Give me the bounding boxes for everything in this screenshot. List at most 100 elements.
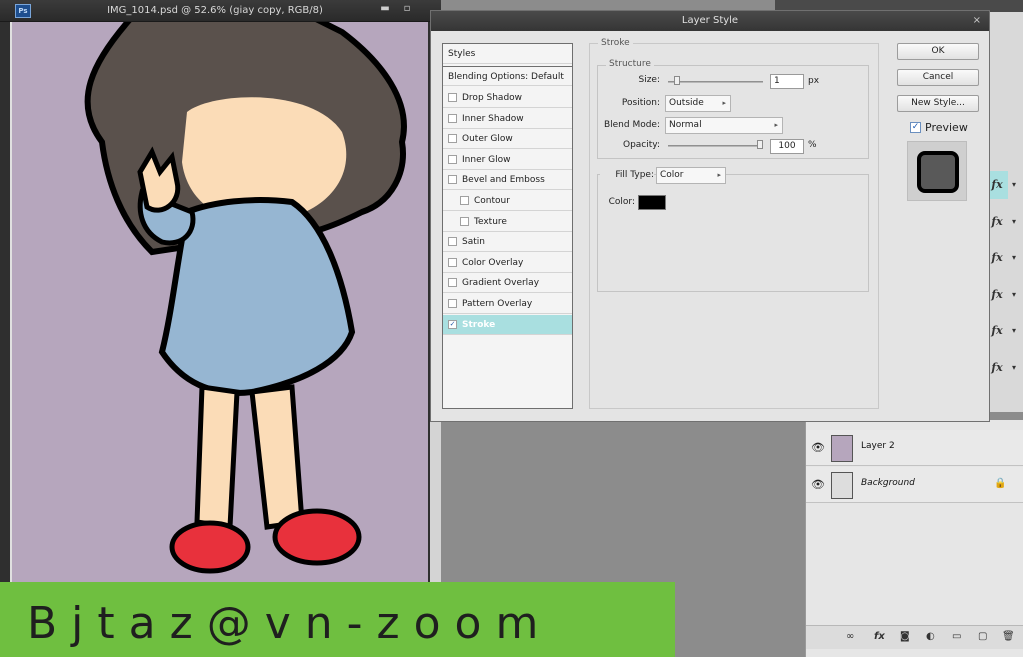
delete-layer-icon[interactable]: 🗑	[1002, 631, 1015, 642]
style-item-inner-shadow[interactable]: Inner Shadow	[443, 109, 572, 129]
document-title: IMG_1014.psd @ 52.6% (giay copy, RGB/8)	[107, 5, 323, 16]
fx-expand-icon[interactable]: ▾	[1009, 317, 1019, 345]
style-item-stroke[interactable]: ✓ Stroke	[443, 314, 572, 335]
opacity-slider[interactable]	[668, 145, 763, 147]
chevron-down-icon: ▸	[722, 99, 726, 107]
stroke-settings: Stroke Structure Size: 1 px Position: Ou…	[589, 38, 879, 409]
stroke-color-swatch[interactable]	[638, 195, 666, 210]
style-item-satin[interactable]: Satin	[443, 232, 572, 253]
effect-checkbox[interactable]	[448, 278, 457, 288]
effect-checkbox[interactable]	[460, 196, 469, 205]
style-item-texture[interactable]: Texture	[443, 212, 572, 232]
fx-expand-icon[interactable]: ▾	[1009, 244, 1019, 272]
style-item-bevel-and-emboss[interactable]: Bevel and Emboss	[443, 170, 572, 191]
cancel-button[interactable]: Cancel	[897, 69, 979, 86]
effect-label: Inner Shadow	[462, 113, 524, 124]
effect-label: Drop Shadow	[462, 93, 523, 103]
effect-label: Satin	[462, 237, 485, 248]
new-group-icon[interactable]: ▭	[952, 631, 961, 642]
document-canvas[interactable]	[10, 22, 428, 657]
new-style-button[interactable]: New Style...	[897, 95, 979, 112]
effect-label: Pattern Overlay	[462, 299, 533, 309]
effect-label: Stroke	[462, 319, 496, 330]
effect-label: Contour	[474, 196, 510, 206]
add-mask-icon[interactable]: ◙	[900, 631, 910, 642]
style-item-pattern-overlay[interactable]: Pattern Overlay	[443, 294, 572, 314]
fx-expand-icon[interactable]: ▾	[1009, 171, 1019, 199]
size-slider-knob[interactable]	[674, 76, 680, 85]
effect-label: Bevel and Emboss	[462, 175, 545, 186]
document-window: Ps IMG_1014.psd @ 52.6% (giay copy, RGB/…	[0, 0, 441, 657]
fx-expand-icon[interactable]: ▾	[1009, 208, 1019, 236]
document-titlebar[interactable]: Ps IMG_1014.psd @ 52.6% (giay copy, RGB/…	[0, 0, 441, 22]
fx-expand-icon[interactable]: ▾	[1009, 354, 1019, 382]
layer-row-layer-2[interactable]: 👁 Layer 2	[806, 430, 1023, 466]
maximize-icon[interactable]: ▫	[400, 3, 414, 14]
style-item-inner-glow[interactable]: Inner Glow	[443, 150, 572, 170]
position-select[interactable]: Outside ▸	[665, 95, 731, 112]
effect-checkbox[interactable]	[448, 257, 457, 267]
blending-options-item[interactable]: Blending Options: Default	[443, 66, 572, 86]
effect-checkbox[interactable]	[448, 93, 457, 102]
eye-icon[interactable]: 👁	[811, 441, 825, 455]
effect-checkbox[interactable]	[448, 237, 457, 247]
blend-mode-select[interactable]: Normal ▸	[665, 117, 783, 134]
structure-title: Structure	[606, 59, 654, 69]
adjustment-layer-icon[interactable]: ◐	[926, 631, 935, 642]
watermark-banner: Bjtaz@vn-zoom	[0, 582, 675, 657]
eye-icon[interactable]: 👁	[811, 478, 825, 492]
size-unit: px	[808, 76, 820, 86]
fill-group	[597, 174, 869, 292]
effect-checkbox[interactable]: ✓	[448, 319, 457, 329]
effect-label: Outer Glow	[462, 134, 513, 145]
link-layers-icon[interactable]: ∞	[846, 631, 854, 642]
dialog-titlebar[interactable]: Layer Style ×	[431, 11, 989, 31]
effect-checkbox[interactable]	[448, 134, 457, 144]
styles-list: Styles Blending Options: Default Drop Sh…	[442, 43, 573, 409]
add-style-icon[interactable]: fx	[874, 631, 885, 642]
effect-label: Gradient Overlay	[462, 278, 540, 289]
effect-checkbox[interactable]	[460, 216, 469, 226]
opacity-label: Opacity:	[623, 140, 660, 150]
lock-icon: 🔒	[994, 478, 1007, 489]
opacity-input[interactable]: 100	[770, 139, 804, 154]
layer-thumbnail	[831, 435, 853, 462]
fill-type-label: Fill Type:	[600, 170, 654, 180]
effect-checkbox[interactable]	[448, 299, 457, 308]
close-icon[interactable]: ×	[973, 11, 981, 31]
layers-panel: 👁 Layer 2 👁 Background 🔒 ∞ fx ◙ ◐ ▭ ▢ 🗑	[805, 420, 1023, 657]
effect-checkbox[interactable]	[448, 175, 457, 185]
effect-checkbox[interactable]	[448, 113, 457, 123]
style-item-gradient-overlay[interactable]: Gradient Overlay	[443, 273, 572, 294]
fx-expand-icon[interactable]: ▾	[1009, 281, 1019, 309]
style-item-contour[interactable]: Contour	[443, 191, 572, 211]
opacity-slider-knob[interactable]	[757, 140, 763, 149]
style-item-drop-shadow[interactable]: Drop Shadow	[443, 88, 572, 108]
style-item-outer-glow[interactable]: Outer Glow	[443, 129, 572, 150]
size-slider[interactable]	[668, 81, 763, 83]
style-item-color-overlay[interactable]: Color Overlay	[443, 253, 572, 273]
chevron-down-icon: ▸	[774, 121, 778, 129]
styles-header[interactable]: Styles	[443, 44, 572, 64]
fill-type-select[interactable]: Color ▸	[656, 167, 726, 184]
style-preview	[907, 141, 967, 201]
size-label: Size:	[638, 75, 660, 85]
preview-checkbox[interactable]: ✓	[910, 122, 921, 133]
ok-button[interactable]: OK	[897, 43, 979, 60]
new-layer-icon[interactable]: ▢	[978, 631, 987, 642]
minimize-icon[interactable]: ▬	[378, 3, 392, 14]
layer-name: Background	[861, 478, 915, 488]
effect-label: Color Overlay	[462, 257, 524, 268]
size-input[interactable]: 1	[770, 74, 804, 89]
effect-checkbox[interactable]	[448, 154, 457, 164]
color-label: Color:	[608, 197, 635, 207]
layer-name: Layer 2	[861, 441, 895, 451]
stroke-section-title: Stroke	[598, 38, 633, 48]
blend-mode-label: Blend Mode:	[603, 120, 660, 130]
layer-row-background[interactable]: 👁 Background 🔒	[806, 467, 1023, 503]
position-label: Position:	[621, 98, 660, 108]
watermark-text: Bjtaz@vn-zoom	[27, 598, 553, 649]
layer-style-dialog: Layer Style × Styles Blending Options: D…	[430, 10, 990, 422]
preview-label: Preview	[925, 121, 968, 134]
layer-thumbnail	[831, 472, 853, 499]
